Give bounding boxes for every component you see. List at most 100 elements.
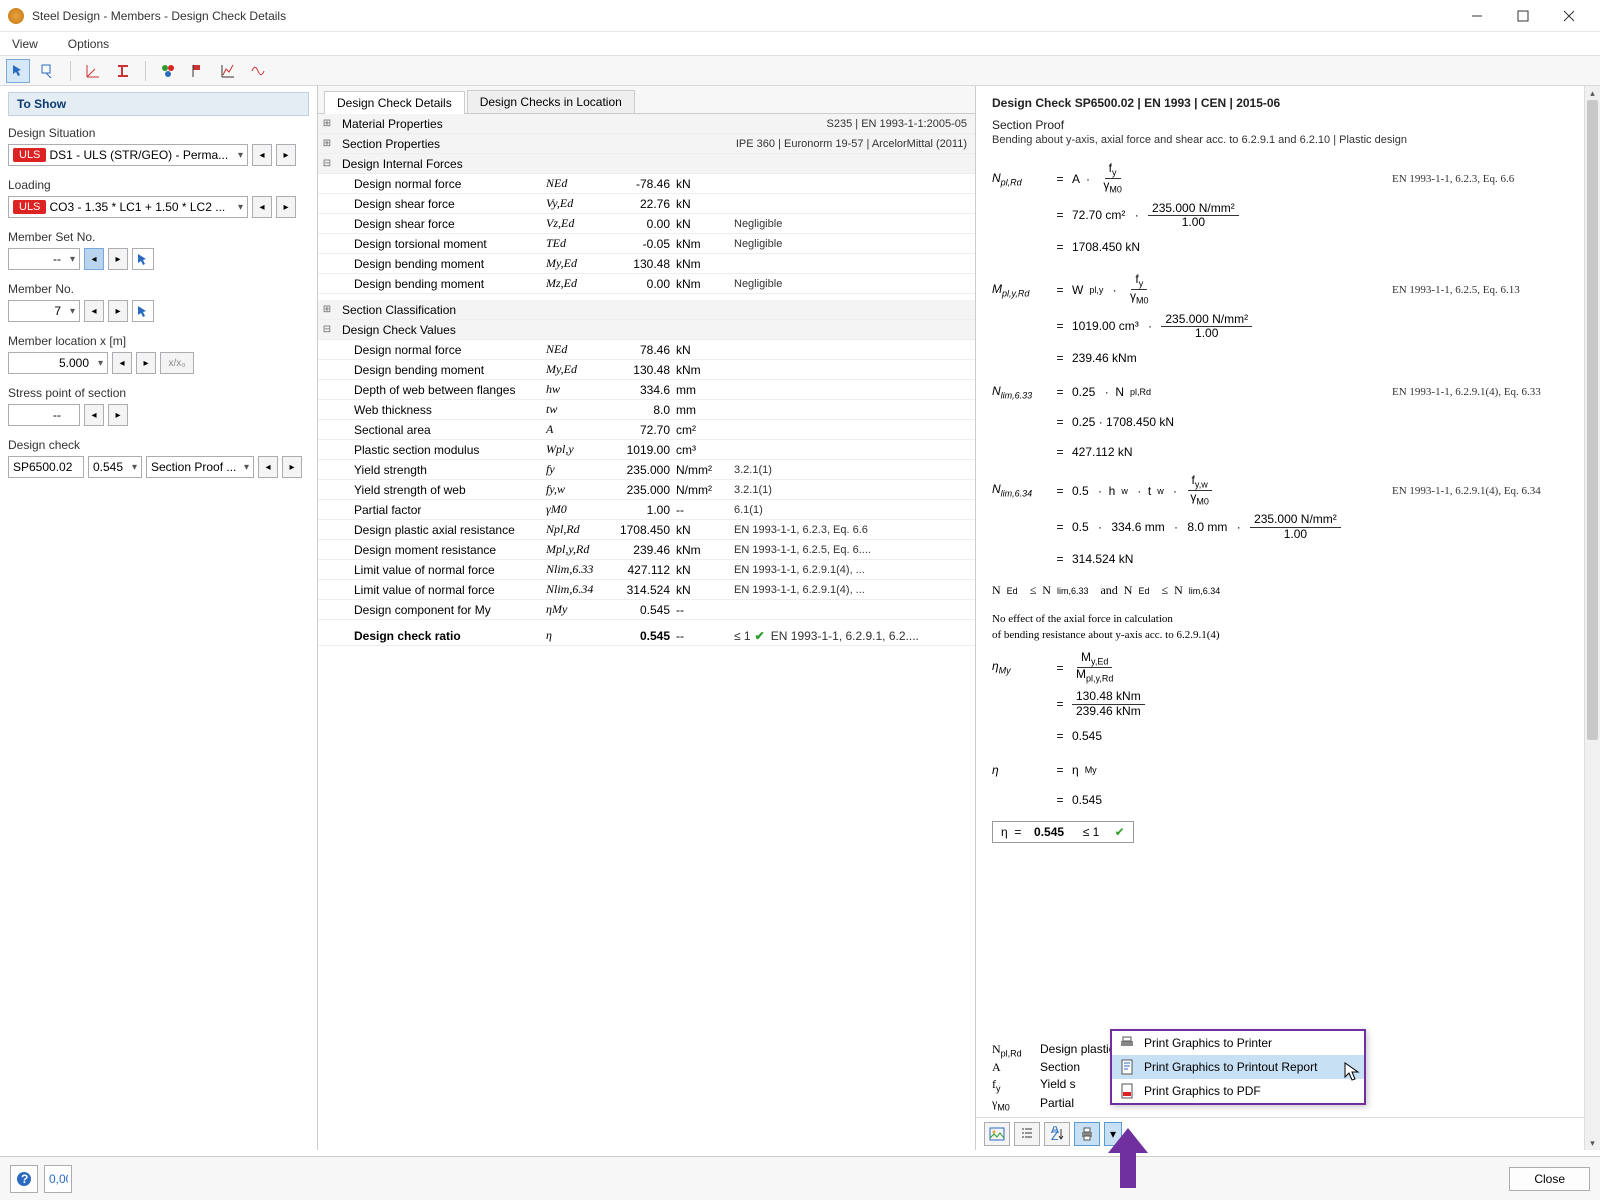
expand-icon[interactable]: ⊞ xyxy=(318,118,336,129)
check-ok-icon: ✔ xyxy=(755,629,765,643)
prev-location-button[interactable]: ◂ xyxy=(112,352,132,374)
tool-axes-icon[interactable] xyxy=(81,59,105,83)
tool-zoom-icon[interactable] xyxy=(36,59,60,83)
details-grid: ⊞Material PropertiesS235 | EN 1993-1-1:2… xyxy=(318,114,975,1150)
toolbar xyxy=(0,56,1600,86)
print-to-printer-item[interactable]: Print Graphics to Printer xyxy=(1112,1031,1364,1055)
close-button[interactable]: Close xyxy=(1509,1167,1590,1191)
check-title: Design Check SP6500.02 | EN 1993 | CEN |… xyxy=(976,86,1600,114)
stress-input[interactable]: -- xyxy=(8,404,80,426)
tool-chart-icon[interactable] xyxy=(216,59,240,83)
result-box: η = 0.545 ≤ 1 ✔ xyxy=(992,821,1134,843)
table-row: Limit value of normal forceNlim,6.33427.… xyxy=(318,560,975,580)
pick-memberno-button[interactable] xyxy=(132,300,154,322)
table-row: Limit value of normal forceNlim,6.34314.… xyxy=(318,580,975,600)
prev-stress-button[interactable]: ◂ xyxy=(84,404,104,426)
image-view-button[interactable] xyxy=(984,1122,1010,1146)
window-title: Steel Design - Members - Design Check De… xyxy=(32,9,1454,23)
scroll-thumb[interactable] xyxy=(1587,100,1598,740)
highlight-arrow-icon xyxy=(1108,1128,1148,1191)
table-row: Design normal forceNEd-78.46kN xyxy=(318,174,975,194)
scroll-up-icon[interactable]: ▴ xyxy=(1585,86,1600,100)
table-row: Design normal forceNEd78.46kN xyxy=(318,340,975,360)
right-toolbar: AZ ▾ xyxy=(976,1117,1584,1150)
menu-view[interactable]: View xyxy=(6,35,44,53)
next-memberno-button[interactable]: ▸ xyxy=(108,300,128,322)
table-row: Web thicknesstw8.0mm xyxy=(318,400,975,420)
print-to-pdf-item[interactable]: Print Graphics to PDF xyxy=(1112,1079,1364,1103)
main-area: To Show Design Situation ULS DS1 - ULS (… xyxy=(0,86,1600,1150)
expand-icon[interactable]: ⊞ xyxy=(318,138,336,149)
minimize-button[interactable] xyxy=(1454,0,1500,32)
units-button[interactable]: 0,00 xyxy=(44,1165,72,1193)
location-input[interactable]: 5.000▾ xyxy=(8,352,108,374)
table-row: Plastic section modulusWpl,y1019.00cm³ xyxy=(318,440,975,460)
loading-combo[interactable]: ULS CO3 - 1.35 * LC1 + 1.50 * LC2 ...▾ xyxy=(8,196,248,218)
uls-badge: ULS xyxy=(13,200,46,214)
table-row: Partial factorγM01.00--6.1(1) xyxy=(318,500,975,520)
table-row: Sectional areaA72.70cm² xyxy=(318,420,975,440)
check-ok-icon: ✔ xyxy=(1115,825,1125,839)
close-window-button[interactable] xyxy=(1546,0,1592,32)
center-panel: Design Check Details Design Checks in Lo… xyxy=(318,86,976,1150)
table-row: Design torsional momentTEd-0.05kNmNeglig… xyxy=(318,234,975,254)
next-memberset-button[interactable]: ▸ xyxy=(108,248,128,270)
print-context-menu: Print Graphics to Printer Print Graphics… xyxy=(1110,1029,1366,1105)
memberset-label: Member Set No. xyxy=(8,230,309,244)
location-rel-button[interactable]: x/x₀ xyxy=(160,352,194,374)
help-button[interactable]: ? xyxy=(10,1165,38,1193)
collapse-icon[interactable]: ⊟ xyxy=(318,324,336,335)
tool-section-icon[interactable] xyxy=(111,59,135,83)
prev-memberno-button[interactable]: ◂ xyxy=(84,300,104,322)
table-row: Design bending momentMz,Ed0.00kNmNegligi… xyxy=(318,274,975,294)
pick-memberset-button[interactable] xyxy=(132,248,154,270)
tab-in-location[interactable]: Design Checks in Location xyxy=(467,90,635,113)
print-to-report-item[interactable]: Print Graphics to Printout Report xyxy=(1112,1055,1364,1079)
tool-wave-icon[interactable] xyxy=(246,59,270,83)
tool-colors-icon[interactable] xyxy=(156,59,180,83)
table-row: Depth of web between flangeshw334.6mm xyxy=(318,380,975,400)
check-desc-combo[interactable]: Section Proof ...▾ xyxy=(146,456,254,478)
tool-select-icon[interactable] xyxy=(6,59,30,83)
memberset-input[interactable]: --▾ xyxy=(8,248,80,270)
next-loading-button[interactable]: ▸ xyxy=(276,196,296,218)
scrollbar[interactable]: ▴ ▾ xyxy=(1584,86,1600,1150)
design-situation-combo[interactable]: ULS DS1 - ULS (STR/GEO) - Perma...▾ xyxy=(8,144,248,166)
prev-memberset-button[interactable]: ◂ xyxy=(84,248,104,270)
menu-options[interactable]: Options xyxy=(62,35,115,53)
report-icon xyxy=(1118,1058,1136,1076)
table-row: Design shear forceVy,Ed22.76kN xyxy=(318,194,975,214)
prev-situation-button[interactable]: ◂ xyxy=(252,144,272,166)
sort-button[interactable]: AZ xyxy=(1044,1122,1070,1146)
next-stress-button[interactable]: ▸ xyxy=(108,404,128,426)
maximize-button[interactable] xyxy=(1500,0,1546,32)
uls-badge: ULS xyxy=(13,148,46,162)
prev-check-button[interactable]: ◂ xyxy=(258,456,278,478)
collapse-icon[interactable]: ⊟ xyxy=(318,158,336,169)
svg-text:?: ? xyxy=(21,1172,28,1186)
title-bar: Steel Design - Members - Design Check De… xyxy=(0,0,1600,32)
check-code-combo[interactable]: SP6500.02 xyxy=(8,456,84,478)
next-situation-button[interactable]: ▸ xyxy=(276,144,296,166)
memberno-input[interactable]: 7▾ xyxy=(8,300,80,322)
prev-loading-button[interactable]: ◂ xyxy=(252,196,272,218)
list-view-button[interactable] xyxy=(1014,1122,1040,1146)
scroll-down-icon[interactable]: ▾ xyxy=(1585,1136,1600,1150)
formula-area: Npl,Rd= A · fyγM0 EN 1993-1-1, 6.2.3, Eq… xyxy=(976,156,1600,609)
svg-text:0,00: 0,00 xyxy=(49,1172,68,1186)
next-location-button[interactable]: ▸ xyxy=(136,352,156,374)
proof-label: Section Proof xyxy=(976,114,1600,134)
pdf-icon xyxy=(1118,1082,1136,1100)
next-check-button[interactable]: ▸ xyxy=(282,456,302,478)
printer-icon xyxy=(1118,1034,1136,1052)
tab-details[interactable]: Design Check Details xyxy=(324,91,465,114)
location-label: Member location x [m] xyxy=(8,334,309,348)
menu-bar: View Options xyxy=(0,32,1600,56)
table-row: Design bending momentMy,Ed130.48kNm xyxy=(318,254,975,274)
tool-flag-icon[interactable] xyxy=(186,59,210,83)
table-row: Design shear forceVz,Ed0.00kNNegligible xyxy=(318,214,975,234)
table-row: Design bending momentMy,Ed130.48kNm xyxy=(318,360,975,380)
check-ratio-combo[interactable]: 0.545▾ xyxy=(88,456,142,478)
print-button[interactable] xyxy=(1074,1122,1100,1146)
expand-icon[interactable]: ⊞ xyxy=(318,304,336,315)
